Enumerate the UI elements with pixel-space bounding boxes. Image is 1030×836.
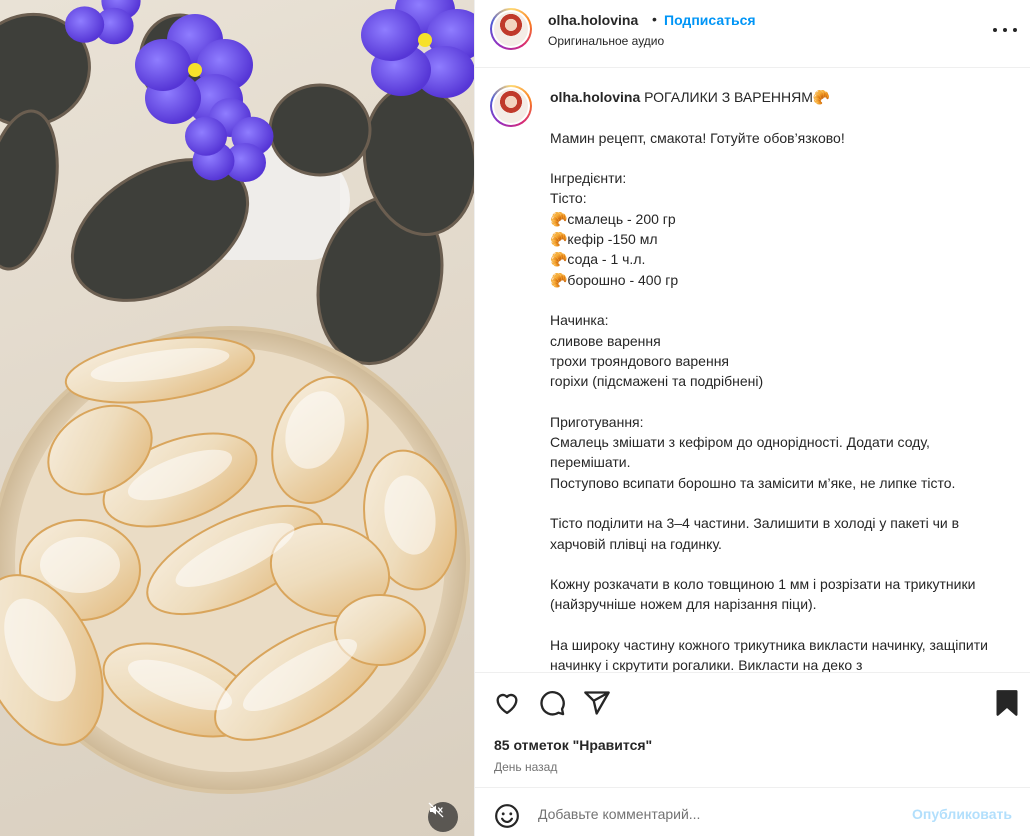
photo-rogaliky [0,0,474,794]
post-header: olha.holovina • Подписаться Оригинальное… [475,0,1030,68]
publish-button[interactable]: Опубликовать [912,806,1012,822]
bookmark-icon[interactable] [993,689,1021,717]
share-icon[interactable] [583,689,611,717]
post-side-panel: olha.holovina • Подписаться Оригинальное… [474,0,1030,836]
comment-input[interactable] [538,800,898,828]
caption-username-link[interactable]: olha.holovina [550,89,640,105]
likes-count[interactable]: 85 отметок "Нравится" [494,737,652,753]
caption-avatar[interactable] [490,85,532,127]
caption-title: РОГАЛИКИ З ВАРЕННЯМ🥐 [644,89,831,105]
post-media[interactable] [0,0,474,836]
caption-body: Мамин рецепт, смакота! Готуйте обов’язко… [550,129,988,672]
more-options-icon[interactable] [993,20,1017,40]
heart-icon[interactable] [493,689,521,717]
comment-bar: Опубликовать [475,787,1030,836]
post-caption: olha.holovina РОГАЛИКИ З ВАРЕННЯМ🥐 Мамин… [550,87,1010,672]
post-actions: 85 отметок "Нравится" День назад Опублик… [475,672,1030,836]
post-timestamp[interactable]: День назад [494,760,557,774]
caption-scroll-area[interactable]: olha.holovina РОГАЛИКИ З ВАРЕННЯМ🥐 Мамин… [475,69,1030,672]
sound-off-icon [428,802,444,818]
emoji-icon[interactable] [494,803,520,829]
follow-button[interactable]: Подписаться [664,12,756,28]
avatar[interactable] [490,8,532,50]
comment-icon[interactable] [538,689,566,717]
separator-dot: • [652,11,657,27]
username-link[interactable]: olha.holovina [548,12,638,28]
audio-link[interactable]: Оригинальное аудио [548,34,664,48]
sound-off-button[interactable] [428,802,458,832]
